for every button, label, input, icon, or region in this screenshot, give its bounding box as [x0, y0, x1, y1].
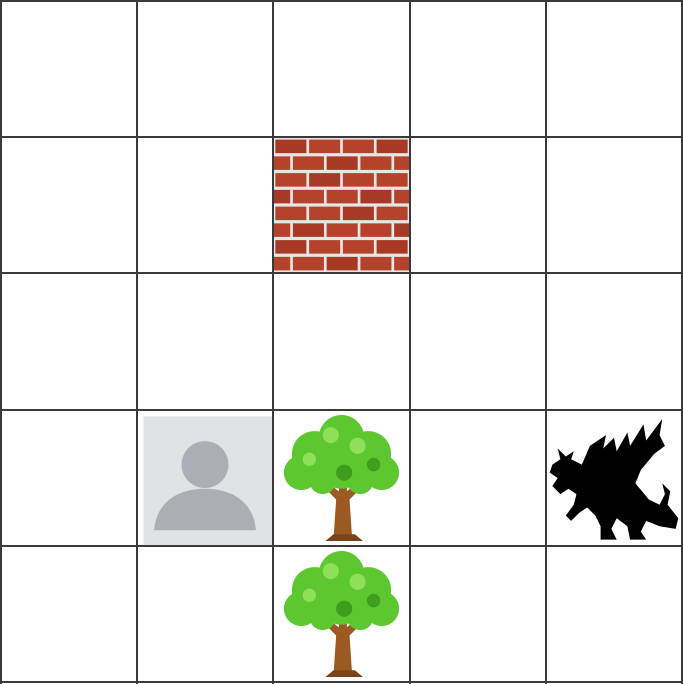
grid-line-horizontal — [0, 0, 683, 2]
dragon-icon — [547, 411, 681, 545]
grid-cell[interactable] — [411, 2, 545, 136]
tree-icon — [274, 411, 409, 545]
grid-line-vertical — [272, 0, 274, 684]
grid-line-horizontal — [0, 136, 683, 138]
grid-cell[interactable] — [411, 138, 545, 272]
grid-cell[interactable] — [2, 411, 136, 545]
grid-cell[interactable] — [411, 274, 545, 409]
grid-cell-wall[interactable] — [274, 138, 409, 272]
grid-cell[interactable] — [138, 2, 272, 136]
grid-cell[interactable] — [2, 2, 136, 136]
grid-cell[interactable] — [411, 411, 545, 545]
grid-cell[interactable] — [2, 274, 136, 409]
grid-line-horizontal — [0, 409, 683, 411]
game-board — [0, 0, 683, 684]
grid-cell[interactable] — [138, 547, 272, 681]
grid-cell[interactable] — [138, 274, 272, 409]
grid-line-vertical — [409, 0, 411, 684]
grid-line-vertical — [545, 0, 547, 684]
grid-cell[interactable] — [2, 547, 136, 681]
grid-cell-tree[interactable] — [274, 547, 409, 681]
grid-cell[interactable] — [547, 274, 681, 409]
grid-line-horizontal — [0, 272, 683, 274]
grid-line-horizontal — [0, 681, 683, 683]
grid-cell-enemy[interactable] — [547, 411, 681, 545]
user-avatar-icon — [138, 411, 272, 545]
grid-cell[interactable] — [547, 138, 681, 272]
grid-cell-tree[interactable] — [274, 411, 409, 545]
brick-wall-icon — [274, 138, 409, 272]
grid-cell[interactable] — [547, 547, 681, 681]
grid-cell[interactable] — [2, 138, 136, 272]
tree-icon — [274, 547, 409, 681]
grid-line-horizontal — [0, 545, 683, 547]
grid-line-vertical — [136, 0, 138, 684]
grid-cell[interactable] — [274, 274, 409, 409]
grid-cell[interactable] — [411, 547, 545, 681]
grid-cell[interactable] — [547, 2, 681, 136]
grid-line-vertical — [0, 0, 2, 684]
grid-cell-player[interactable] — [138, 411, 272, 545]
grid-cell[interactable] — [138, 138, 272, 272]
grid-cell[interactable] — [274, 2, 409, 136]
